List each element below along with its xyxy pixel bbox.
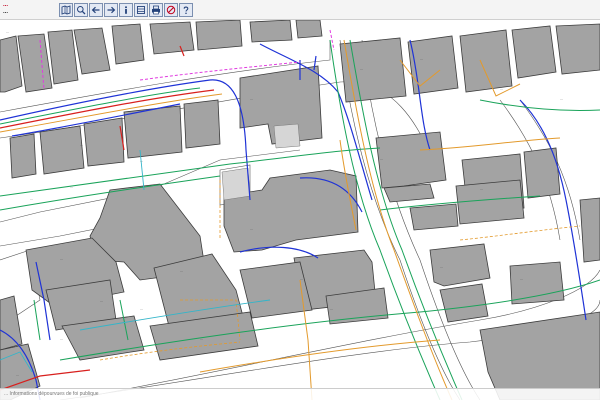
map-application: ... ... ... ... ... ... ... ... ... ... …: [0, 0, 600, 400]
map-label: ...: [180, 269, 183, 273]
map-label: ...: [60, 337, 63, 341]
map-label: ...: [100, 299, 103, 303]
map-label: ...: [380, 157, 383, 161]
forward-button[interactable]: [104, 3, 118, 17]
print-icon: [152, 5, 160, 15]
brand-line1: ...: [3, 2, 9, 8]
map-label: ...: [140, 159, 143, 163]
map-label: ...: [500, 87, 503, 91]
map-label: ...: [520, 277, 523, 281]
app-logo: ... ...: [3, 2, 59, 16]
map-label: ...: [70, 185, 73, 189]
arrow-left-icon: [91, 6, 100, 14]
layers-button[interactable]: [134, 3, 148, 17]
map-label: ...: [80, 143, 83, 147]
help-button[interactable]: [179, 3, 193, 17]
print-button[interactable]: [149, 3, 163, 17]
map-label: ...: [250, 97, 253, 101]
map-label: ...: [480, 187, 483, 191]
map-label: ...: [440, 265, 443, 269]
info-icon: [125, 6, 127, 14]
info-button[interactable]: [119, 3, 133, 17]
map-label: ...: [16, 373, 19, 377]
zoom-button[interactable]: [74, 3, 88, 17]
back-button[interactable]: [89, 3, 103, 17]
map-label: ...: [6, 30, 9, 34]
map-label: ...: [60, 257, 63, 261]
map-label: ...: [560, 97, 563, 101]
edit-icon: [166, 5, 176, 15]
map-label: ...: [140, 307, 143, 311]
cadastral-map-canvas[interactable]: ... ... ... ... ... ... ... ... ... ... …: [0, 20, 600, 400]
toolbar-buttons: [59, 3, 193, 17]
brand-line2: ...: [3, 9, 9, 15]
toolbar: ... ...: [0, 0, 600, 20]
map-label: ...: [30, 197, 33, 201]
status-bar: ... Informations dépourvues de foi publi…: [0, 388, 600, 400]
arrow-right-icon: [107, 6, 116, 14]
map-icon: [61, 5, 71, 15]
map-label: ...: [330, 307, 333, 311]
map-drawing: ... ... ... ... ... ... ... ... ... ... …: [0, 20, 600, 400]
map-label: ...: [250, 227, 253, 231]
edit-button[interactable]: [164, 3, 178, 17]
zoom-icon: [77, 6, 86, 15]
layers-icon: [137, 6, 145, 14]
help-icon: [183, 6, 189, 15]
map-label: ...: [300, 277, 303, 281]
map-label: ...: [360, 67, 363, 71]
map-label: ...: [200, 337, 203, 341]
map-label: ...: [420, 57, 423, 61]
map-button[interactable]: [59, 3, 73, 17]
